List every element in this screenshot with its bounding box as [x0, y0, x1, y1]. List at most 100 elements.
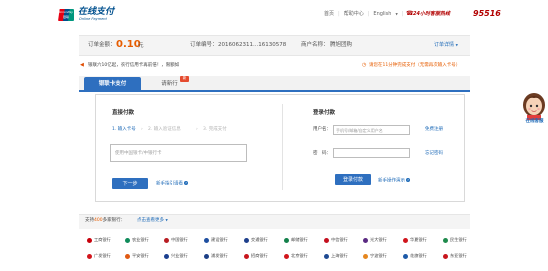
bank-item[interactable]: 民生银行 — [443, 238, 467, 243]
arrow-right-icon: › — [141, 127, 143, 132]
chevron-down-icon[interactable]: ▼ — [165, 218, 167, 222]
bank-name: 招商银行 — [251, 253, 268, 259]
new-badge: 新 — [180, 76, 189, 82]
bank-name: 平安银行 — [132, 253, 149, 259]
login-pay-title: 登录付款 — [313, 110, 336, 116]
hotline-label: 24小时客服热线 — [413, 11, 450, 17]
order-number: 2016062311...16130578 — [218, 42, 287, 48]
merchant-name: 腾旭团购 — [330, 42, 353, 48]
password-input[interactable] — [333, 148, 410, 158]
order-detail-link[interactable]: 订单详情 ▼ — [434, 43, 458, 48]
bank-logo-icon — [244, 238, 249, 243]
top-nav: 首页 | 帮助中心 | English ▼ | — [322, 12, 405, 17]
bank-name: 广发银行 — [94, 253, 111, 259]
banks-title-suffix: 多家银行： — [102, 218, 126, 223]
forgot-password-link[interactable]: 忘记密码 — [425, 151, 443, 157]
bank-item[interactable]: 华夏银行 — [403, 238, 427, 243]
username-input[interactable] — [333, 125, 410, 135]
bank-item[interactable]: 东亚银行 — [443, 254, 467, 259]
order-amount: 0.10 — [116, 39, 141, 50]
help-icon[interactable]: ? — [406, 178, 410, 182]
order-number-label: 订单编号： — [190, 42, 218, 48]
logo-text-top: UnionPay — [58, 10, 74, 14]
bank-name: 浦发银行 — [211, 253, 228, 259]
bank-item[interactable]: 农业银行 — [125, 238, 149, 243]
bank-item[interactable]: 建设银行 — [204, 238, 228, 243]
nav-separator: | — [367, 11, 370, 17]
amount-label: 订单金额： — [88, 42, 116, 48]
chevron-down-icon[interactable]: ▼ — [456, 43, 458, 47]
bank-item[interactable]: 北京银行 — [284, 254, 308, 259]
direct-guide-link[interactable]: 新手指引请看? — [156, 181, 188, 187]
bank-logo-icon — [125, 238, 130, 243]
unionpay-logo: UnionPay 银联 — [58, 9, 74, 21]
next-step-button[interactable]: 下一步 — [112, 178, 148, 189]
bank-item[interactable]: 邮储银行 — [284, 238, 308, 243]
login-guide-link[interactable]: 新手操作演示? — [378, 178, 410, 184]
bank-item[interactable]: 广发银行 — [87, 254, 111, 259]
bank-item[interactable]: 招商银行 — [244, 254, 268, 259]
nav-separator: | — [338, 11, 340, 17]
customer-service-avatar[interactable] — [521, 89, 547, 121]
arrow-right-icon: › — [196, 127, 198, 132]
bank-item[interactable]: 中信银行 — [324, 238, 348, 243]
register-link[interactable]: 免费注册 — [425, 127, 443, 133]
help-icon[interactable]: ? — [184, 181, 188, 185]
bank-logo-icon — [87, 254, 92, 259]
login-guide-label[interactable]: 新手操作演示 — [378, 179, 405, 184]
timeout-notice: 请您在11分钟完成支付（无需再次输入卡号） — [369, 63, 461, 68]
card-number-input[interactable] — [110, 144, 247, 162]
merchant-label: 商户名称： — [301, 42, 329, 48]
bank-name: 华夏银行 — [410, 237, 427, 243]
logo-text-bottom: 银联 — [62, 15, 69, 19]
bank-logo-icon — [284, 254, 289, 259]
bank-name: 东亚银行 — [450, 253, 467, 259]
bank-name: 北京银行 — [291, 253, 308, 259]
nav-help-link[interactable]: 帮助中心 — [344, 12, 364, 17]
bank-name: 民生银行 — [450, 237, 467, 243]
bank-name: 花旗银行 — [410, 253, 427, 259]
promo-notice[interactable]: 银联六10亿起，农行信用卡再前倍！，限额如 — [88, 63, 179, 69]
chevron-down-icon[interactable]: ▼ — [395, 13, 397, 16]
bank-name: 光大银行 — [370, 237, 387, 243]
nav-home-link[interactable]: 首页 — [324, 12, 334, 17]
bank-item[interactable]: 光大银行 — [363, 238, 387, 243]
customer-service-label[interactable]: 在线客服 — [521, 119, 548, 125]
banks-title: 支持400多家银行： — [85, 218, 126, 224]
bank-item[interactable]: 花旗银行 — [403, 254, 427, 259]
bank-item[interactable]: 宁波银行 — [363, 254, 387, 259]
bank-item[interactable]: 工商银行 — [87, 238, 111, 243]
step-1: 1. 输入卡号 — [112, 127, 136, 132]
bank-logo-icon — [125, 254, 130, 259]
bank-item[interactable]: 浦发银行 — [204, 254, 228, 259]
clock-icon: ◷ — [362, 62, 367, 68]
bank-item[interactable]: 中国银行 — [164, 238, 188, 243]
bank-name: 宁波银行 — [370, 253, 387, 259]
bank-item[interactable]: 兴业银行 — [164, 254, 188, 259]
banks-more-link[interactable]: 点击查看更多 ▼ — [137, 218, 168, 224]
bank-name: 上海银行 — [331, 253, 348, 259]
step-2: 2. 输入验证信息 — [148, 127, 181, 132]
direct-guide-label[interactable]: 新手指引请看 — [156, 182, 183, 187]
brand-subtitle: Online Payment — [79, 17, 107, 21]
panel-divider — [282, 104, 283, 190]
order-detail-label[interactable]: 订单详情 — [434, 42, 454, 48]
bank-logo-icon — [284, 238, 289, 243]
phone-icon: ☎ — [406, 10, 414, 17]
bank-item[interactable]: 平安银行 — [125, 254, 149, 259]
password-label: 密 码： — [313, 151, 331, 156]
bank-logo-icon — [363, 254, 368, 259]
bank-logo-icon — [443, 238, 448, 243]
banks-more-label[interactable]: 点击查看更多 — [137, 218, 164, 223]
tab-debit-card[interactable]: 银联卡支付 — [84, 77, 141, 92]
bank-name: 建设银行 — [211, 237, 228, 243]
login-pay-button[interactable]: 登录付款 — [335, 174, 371, 185]
bank-name: 工商银行 — [94, 237, 111, 243]
nav-language-link[interactable]: English — [373, 12, 391, 17]
bank-logo-icon — [244, 254, 249, 259]
bank-item[interactable]: 上海银行 — [324, 254, 348, 259]
direct-pay-title: 直接付款 — [112, 110, 135, 116]
bank-item[interactable]: 交通银行 — [244, 238, 268, 243]
bank-logo-icon — [403, 238, 408, 243]
brand-title: 在线支付 — [78, 7, 115, 17]
